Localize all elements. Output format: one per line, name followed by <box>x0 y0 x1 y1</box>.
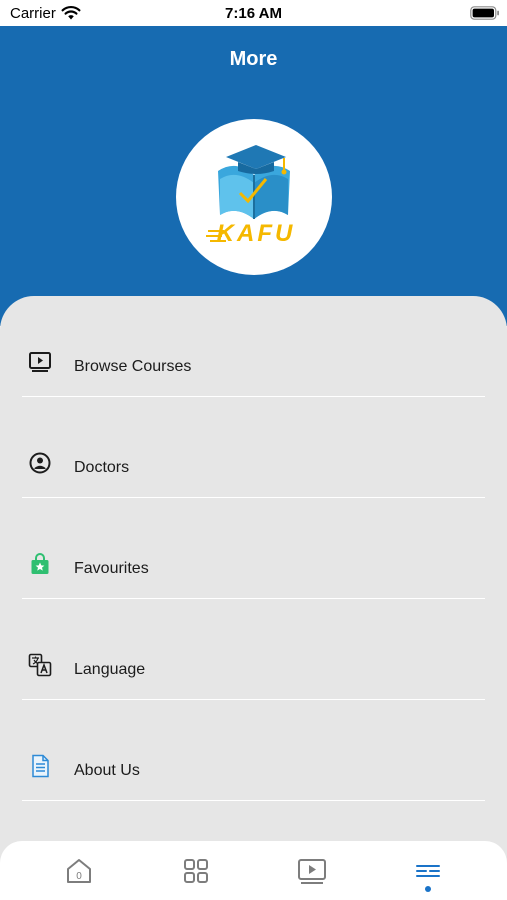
menu-item-browse-courses[interactable]: Browse Courses <box>22 296 485 397</box>
translate-icon <box>28 653 52 677</box>
video-player-icon <box>29 352 51 372</box>
shopping-bag-star-icon <box>31 553 49 574</box>
tab-more[interactable] <box>412 855 444 892</box>
logo-text: KAFU <box>217 220 296 247</box>
page-title: More <box>229 48 278 70</box>
menu-lines-icon <box>416 865 440 877</box>
menu-item-about-us[interactable]: About Us <box>22 700 485 801</box>
home-badge: 0 <box>76 871 82 882</box>
menu-item-language[interactable]: Language <box>22 599 485 700</box>
grid-icon <box>184 859 208 883</box>
tab-bar: 0 <box>0 841 507 900</box>
document-icon <box>32 754 49 778</box>
user-circle-icon <box>29 452 51 474</box>
tab-categories[interactable] <box>180 855 212 887</box>
menu-panel: Browse Courses Doctors Favourites Langua… <box>0 296 507 900</box>
menu-item-label: Language <box>74 661 146 678</box>
menu-item-label: Browse Courses <box>74 358 192 375</box>
kafu-logo-icon: KAFU <box>206 145 296 247</box>
tab-courses[interactable] <box>296 855 328 887</box>
menu-item-label: Doctors <box>74 459 130 476</box>
home-icon: 0 <box>67 859 91 883</box>
menu-item-label: Favourites <box>74 560 149 577</box>
battery-icon <box>470 6 499 20</box>
menu-item-label: About Us <box>74 762 140 779</box>
video-player-icon <box>298 859 326 884</box>
header: More KAFU <box>0 26 507 326</box>
tab-home[interactable]: 0 <box>63 855 95 887</box>
status-bar: Carrier 7:16 AM <box>0 0 507 26</box>
menu-item-favourites[interactable]: Favourites <box>22 498 485 599</box>
app-logo: KAFU <box>176 119 332 275</box>
active-tab-indicator <box>425 886 431 892</box>
status-time: 7:16 AM <box>225 5 282 22</box>
menu-item-doctors[interactable]: Doctors <box>22 397 485 498</box>
